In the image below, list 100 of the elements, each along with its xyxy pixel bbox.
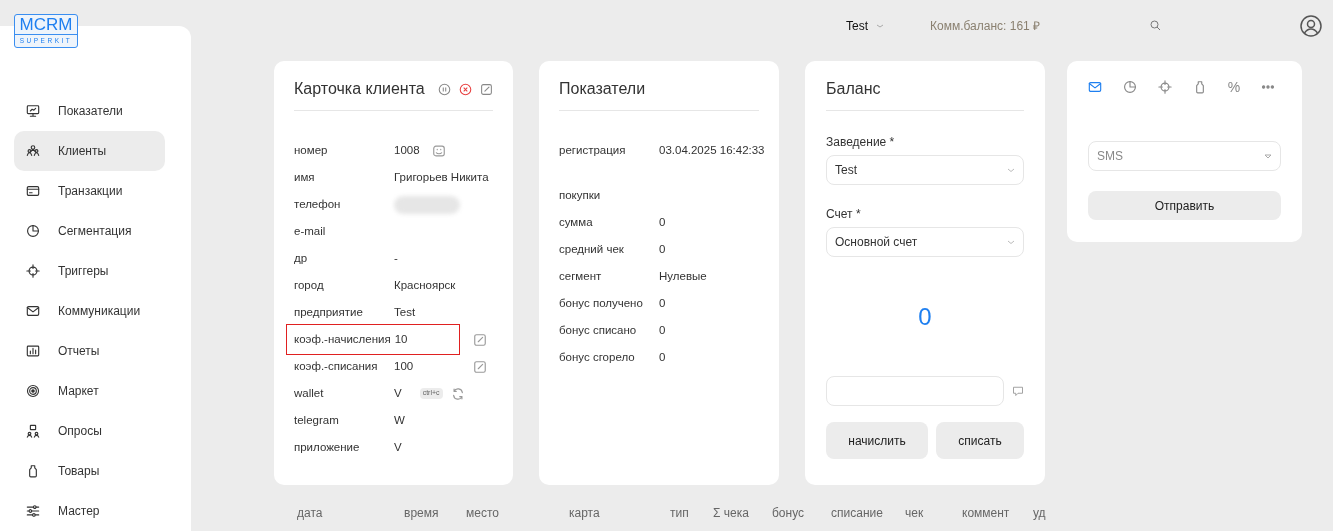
field-label: предприятие (294, 304, 364, 320)
chevron-icon (1007, 167, 1015, 173)
card-icon (26, 184, 40, 198)
column-header: время (404, 505, 440, 522)
refresh-icon[interactable] (450, 386, 465, 401)
column-header: списание (831, 505, 884, 522)
select-field[interactable]: Test (826, 155, 1024, 185)
monitor-icon (26, 104, 40, 118)
crosshair-icon (26, 264, 40, 278)
account-dropdown[interactable]: Test (846, 16, 884, 35)
sidebar-item[interactable]: Показатели (14, 91, 165, 131)
field-value: V (394, 439, 402, 455)
field-label: wallet (294, 385, 325, 401)
sidebar-item[interactable]: Коммуникации (14, 291, 165, 331)
field-value: - (394, 250, 398, 266)
sidebar-item[interactable]: Клиенты (14, 131, 165, 171)
field-label: Счет * (826, 206, 862, 223)
field-value: Красноярск (394, 277, 456, 293)
comment-input[interactable] (826, 376, 1004, 406)
field-label: telegram (294, 412, 340, 428)
caret-icon (876, 22, 884, 29)
field-label: регистрация (559, 142, 627, 158)
close-icon[interactable] (459, 82, 472, 96)
field-value: 10 (394, 331, 408, 347)
field-label: покупки (559, 187, 602, 203)
field-label: сумма (559, 214, 594, 230)
field-value: 0 (659, 241, 666, 257)
sidebar-item[interactable]: Триггеры (14, 251, 165, 291)
id-card-icon[interactable] (431, 143, 446, 158)
balance-amount: 0 (917, 302, 933, 332)
search-icon[interactable] (1150, 20, 1162, 31)
field-value: W (394, 412, 405, 428)
action-button[interactable]: начислить (826, 422, 929, 459)
caret-icon (1264, 153, 1272, 159)
column-header: карта (569, 505, 601, 522)
edit-icon[interactable] (473, 359, 487, 374)
field-value: Григорьев Никита (394, 169, 489, 185)
edit-icon[interactable] (473, 332, 487, 347)
bag-icon (26, 464, 40, 478)
column-header: коммент (962, 505, 1011, 522)
edit-icon[interactable] (480, 82, 493, 96)
field-label: телефон (294, 196, 342, 212)
action-button[interactable]: списать (936, 422, 1024, 459)
field-label: приложение (294, 439, 361, 455)
field-label: номер (294, 142, 329, 158)
survey-icon (26, 424, 40, 438)
field-label: коэф.-списания (294, 358, 379, 374)
field-label: средний чек (559, 241, 625, 257)
field-label: бонус списано (559, 322, 638, 338)
pie-chart-icon (26, 224, 40, 238)
field-label: бонус получено (559, 295, 644, 311)
field-label: сегмент (559, 268, 603, 284)
field-label: коэф.-начисления (294, 331, 392, 347)
field-label: город (294, 277, 325, 293)
column-header: дата (297, 505, 324, 522)
tab[interactable]: % (1227, 76, 1241, 98)
sidebar-item[interactable]: Мастер (14, 491, 165, 531)
mail-icon[interactable] (1088, 80, 1102, 94)
select-field[interactable]: Основной счет (826, 227, 1024, 257)
column-header: чек (905, 505, 925, 522)
card-title: Показатели (559, 79, 646, 99)
crosshair-icon[interactable] (1157, 80, 1172, 94)
column-header: уд (1033, 505, 1047, 522)
sidebar-item[interactable]: Отчеты (14, 331, 165, 371)
user-avatar-icon[interactable] (1300, 14, 1322, 37)
field-value: 100 (394, 358, 414, 374)
chevron-icon (1007, 239, 1015, 245)
field-value: V (394, 385, 402, 401)
balance-text: Комм.баланс: 161 ₽ (930, 17, 1041, 35)
sidebar-item[interactable]: Транзакции (14, 171, 165, 211)
field-value: 0 (659, 214, 666, 230)
pause-icon[interactable] (438, 82, 451, 96)
field-label: др (294, 250, 309, 266)
card-title: Баланс (826, 79, 881, 99)
column-header: тип (670, 505, 690, 522)
pie-chart-icon[interactable] (1122, 80, 1137, 94)
comment-icon[interactable] (1012, 384, 1024, 398)
field-value: 03.04.2025 16:42:33 (659, 142, 765, 158)
field-label: бонус сгорело (559, 349, 636, 365)
select-field[interactable]: SMS (1088, 141, 1281, 171)
sidebar-item[interactable]: Опросы (14, 411, 165, 451)
field-value: 0 (659, 295, 666, 311)
field-label: e-mail (294, 223, 327, 239)
field-label: Заведение * (826, 134, 896, 151)
field-value: 0 (659, 322, 666, 338)
sidebar-item[interactable]: Товары (14, 451, 165, 491)
people-icon (26, 144, 40, 158)
column-header: бонус (772, 505, 806, 522)
field-value: 0 (659, 349, 666, 365)
column-header: Σ чека (713, 505, 750, 522)
report-icon (26, 344, 40, 358)
mail-icon (26, 304, 40, 318)
send-button[interactable]: Отправить (1088, 191, 1281, 220)
column-header: место (466, 505, 500, 522)
field-value: Нулевые (659, 268, 707, 284)
field-value: 1008 (394, 142, 420, 158)
sidebar-item[interactable]: Маркет (14, 371, 165, 411)
sidebar-item[interactable]: Сегментация (14, 211, 165, 251)
field-label: имя (294, 169, 316, 185)
sliders-icon (26, 504, 40, 518)
